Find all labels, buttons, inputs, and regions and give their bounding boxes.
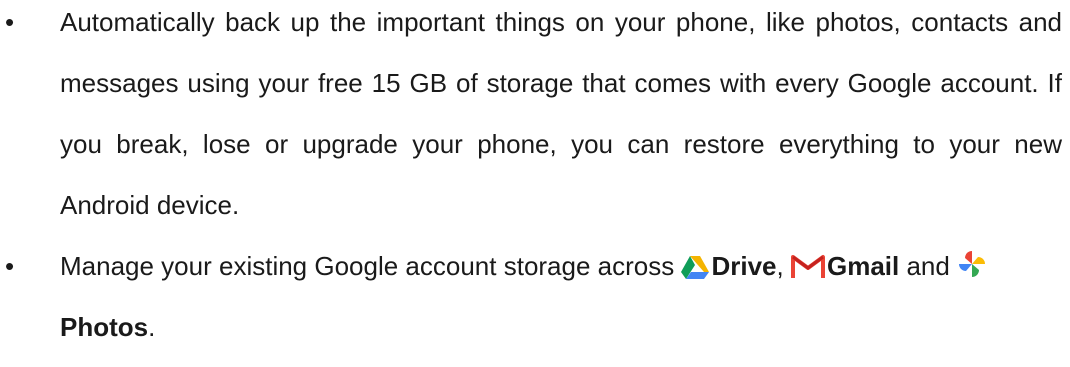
bullet-marker: • [5,7,15,37]
google-photos-icon [957,249,987,279]
bullet-marker: • [5,251,15,281]
backup-description: Automatically back up the important thin… [60,7,1062,220]
drive-label: Drive [711,251,777,281]
gmail-label: Gmail [826,251,900,281]
list-item-manage-storage: • Manage your existing Google account st… [0,236,1070,358]
period: . [148,312,156,342]
comma-separator: , [776,251,784,281]
list-item-backup: • Automatically back up the important th… [0,0,1070,236]
gmail-icon [790,253,825,279]
bullet-list: • Automatically back up the important th… [0,0,1070,358]
google-drive-icon [681,255,710,279]
photos-label: Photos [60,312,149,342]
and-text: and [899,251,958,281]
manage-storage-text: Manage your existing Google account stor… [60,251,682,281]
